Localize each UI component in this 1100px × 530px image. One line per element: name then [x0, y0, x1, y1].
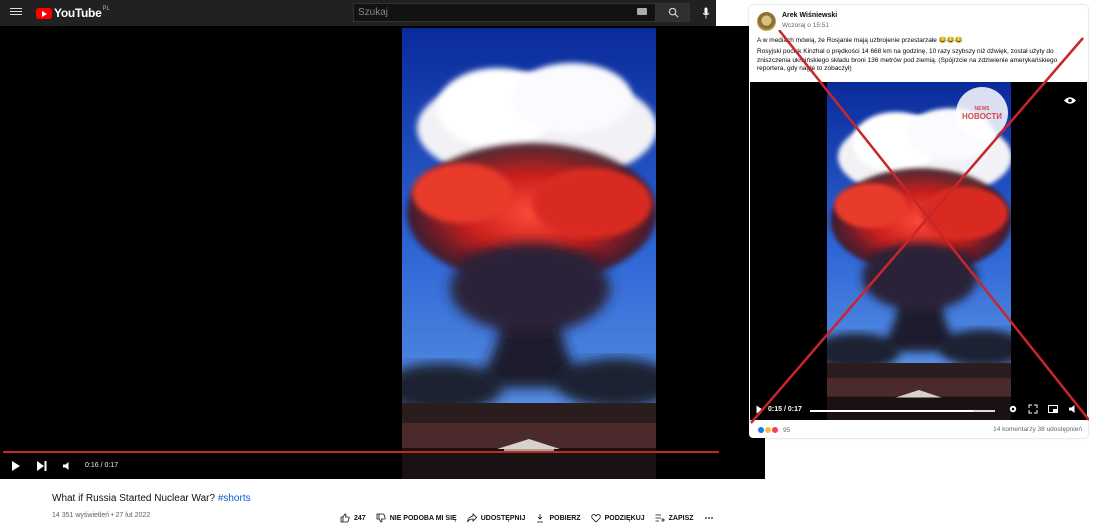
search-button[interactable] [656, 3, 690, 22]
more-actions-button[interactable] [704, 513, 718, 523]
play-icon[interactable] [11, 460, 21, 472]
volume-icon[interactable] [62, 461, 72, 471]
like-button[interactable]: 247 [340, 513, 366, 523]
youtube-header: YouTube PL Szukaj [0, 0, 716, 26]
youtube-country-code: PL [102, 6, 110, 12]
avatar[interactable] [757, 12, 776, 31]
download-icon [537, 514, 544, 523]
thanks-button[interactable]: PODZIĘKUJ [590, 513, 645, 523]
video-progress-bar[interactable] [3, 451, 720, 453]
search-input[interactable]: Szukaj [353, 3, 656, 22]
post-author[interactable]: Arek Wiśniewski [782, 12, 837, 19]
thanks-label: PODZIĘKUJ [604, 514, 645, 522]
keyboard-icon[interactable] [637, 8, 647, 15]
save-button[interactable]: ZAPISZ [655, 513, 694, 523]
share-icon [466, 513, 477, 523]
red-cross-overlay [750, 30, 1089, 424]
player-time: 0:16 / 0:17 [85, 462, 119, 469]
playlist-add-icon [655, 514, 665, 522]
like-count: 247 [354, 514, 366, 522]
next-icon[interactable] [36, 460, 47, 472]
hashtag-link[interactable]: #shorts [218, 493, 251, 504]
microphone-icon[interactable] [699, 5, 713, 21]
player-controls: 0:16 / 0:17 [0, 456, 765, 478]
youtube-logo-text: YouTube [54, 6, 102, 20]
share-button[interactable]: UDOSTĘPNIJ [466, 513, 526, 523]
search-icon [668, 7, 678, 18]
dislike-label: NIE PODOBA MI SIĘ [389, 514, 457, 522]
more-horizontal-icon [704, 517, 713, 519]
love-reaction-icon [771, 426, 779, 434]
comments-shares-stats[interactable]: 14 komentarzy 38 udostępnień [993, 426, 1082, 433]
reactions-count: 95 [783, 426, 791, 434]
share-label: UDOSTĘPNIJ [480, 514, 526, 522]
youtube-window: YouTube PL Szukaj 0:16 / 0:17 What if Ru… [0, 0, 765, 530]
video-player[interactable]: 0:16 / 0:17 [0, 26, 765, 479]
download-button[interactable]: POBIERZ [535, 513, 581, 523]
dislike-button[interactable]: NIE PODOBA MI SIĘ [376, 513, 457, 523]
youtube-logo[interactable]: YouTube PL [36, 6, 110, 20]
hamburger-menu-icon[interactable] [10, 6, 22, 18]
video-frame-mushroom-cloud [402, 28, 656, 479]
post-timestamp[interactable]: Wczoraj o 15:51 · [782, 22, 833, 29]
video-title: What if Russia Started Nuclear War? #sho… [52, 493, 251, 504]
youtube-play-logo-icon [36, 7, 52, 19]
save-label: ZAPISZ [668, 514, 694, 522]
page: YouTube PL Szukaj 0:16 / 0:17 What if Ru… [0, 0, 1100, 530]
dollar-heart-icon [590, 514, 601, 523]
thumbs-up-icon [340, 513, 350, 523]
video-title-text: What if Russia Started Nuclear War? [52, 493, 216, 504]
thumbs-down-icon [376, 513, 386, 523]
reactions[interactable]: 95 [757, 426, 790, 434]
download-label: POBIERZ [549, 514, 581, 522]
video-actions: 247 NIE PODOBA MI SIĘ UDOSTĘPNIJ POBIERZ… [340, 512, 718, 524]
video-meta: 14 351 wyświetleń • 27 lut 2022 [52, 512, 151, 519]
